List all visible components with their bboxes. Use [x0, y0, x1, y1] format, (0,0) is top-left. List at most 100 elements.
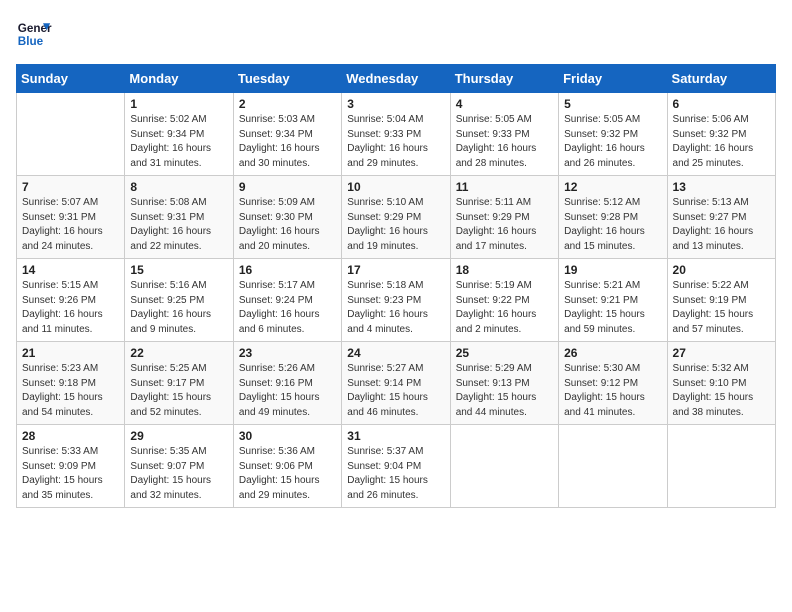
day-number: 4 — [456, 97, 553, 111]
week-row-5: 28 Sunrise: 5:33 AM Sunset: 9:09 PM Dayli… — [17, 425, 776, 508]
calendar-body: 1 Sunrise: 5:02 AM Sunset: 9:34 PM Daylig… — [17, 93, 776, 508]
day-cell: 1 Sunrise: 5:02 AM Sunset: 9:34 PM Daylig… — [125, 93, 233, 176]
week-row-3: 14 Sunrise: 5:15 AM Sunset: 9:26 PM Dayli… — [17, 259, 776, 342]
day-info: Sunrise: 5:36 AM Sunset: 9:06 PM Dayligh… — [239, 445, 336, 503]
day-number: 21 — [22, 346, 119, 360]
day-info: Sunrise: 5:07 AM Sunset: 9:31 PM Dayligh… — [22, 196, 119, 254]
day-cell: 6Sunrise: 5:06 AM Sunset: 9:32 PM Daylig… — [667, 93, 775, 176]
day-info: Sunrise: 5:12 AM Sunset: 9:28 PM Dayligh… — [564, 196, 661, 254]
day-info: Sunrise: 5:25 AM Sunset: 9:17 PM Dayligh… — [130, 362, 227, 420]
day-number: 17 — [347, 263, 444, 277]
day-info: Sunrise: 5:15 AM Sunset: 9:26 PM Dayligh… — [22, 279, 119, 337]
day-cell — [667, 425, 775, 508]
day-number: 22 — [130, 346, 227, 360]
day-number: 15 — [130, 263, 227, 277]
col-header-saturday: Saturday — [667, 65, 775, 93]
day-number: 25 — [456, 346, 553, 360]
day-cell: 3 Sunrise: 5:04 AM Sunset: 9:33 PM Daylig… — [342, 93, 450, 176]
day-number: 5 — [564, 97, 661, 111]
day-cell: 22 Sunrise: 5:25 AM Sunset: 9:17 PM Dayli… — [125, 342, 233, 425]
day-info: Sunrise: 5:05 AM Sunset: 9:32 PM Dayligh… — [564, 113, 661, 171]
day-info: Sunrise: 5:23 AM Sunset: 9:18 PM Dayligh… — [22, 362, 119, 420]
day-cell: 5 Sunrise: 5:05 AM Sunset: 9:32 PM Daylig… — [559, 93, 667, 176]
day-info: Sunrise: 5:22 AM Sunset: 9:19 PM Dayligh… — [673, 279, 770, 337]
day-info: Sunrise: 5:18 AM Sunset: 9:23 PM Dayligh… — [347, 279, 444, 337]
day-number: 14 — [22, 263, 119, 277]
day-cell: 11 Sunrise: 5:11 AM Sunset: 9:29 PM Dayli… — [450, 176, 558, 259]
day-cell: 10Sunrise: 5:10 AM Sunset: 9:29 PM Dayli… — [342, 176, 450, 259]
week-row-4: 21 Sunrise: 5:23 AM Sunset: 9:18 PM Dayli… — [17, 342, 776, 425]
day-number: 19 — [564, 263, 661, 277]
day-info: Sunrise: 5:32 AM Sunset: 9:10 PM Dayligh… — [673, 362, 770, 420]
col-header-friday: Friday — [559, 65, 667, 93]
svg-text:Blue: Blue — [18, 35, 44, 48]
col-header-monday: Monday — [125, 65, 233, 93]
day-number: 9 — [239, 180, 336, 194]
day-number: 18 — [456, 263, 553, 277]
day-number: 11 — [456, 180, 553, 194]
day-cell: 13 Sunrise: 5:13 AM Sunset: 9:27 PM Dayli… — [667, 176, 775, 259]
day-number: 16 — [239, 263, 336, 277]
day-cell — [17, 93, 125, 176]
day-cell: 15 Sunrise: 5:16 AM Sunset: 9:25 PM Dayli… — [125, 259, 233, 342]
page-header: General Blue — [16, 16, 776, 52]
col-header-sunday: Sunday — [17, 65, 125, 93]
day-info: Sunrise: 5:29 AM Sunset: 9:13 PM Dayligh… — [456, 362, 553, 420]
week-row-1: 1 Sunrise: 5:02 AM Sunset: 9:34 PM Daylig… — [17, 93, 776, 176]
day-info: Sunrise: 5:09 AM Sunset: 9:30 PM Dayligh… — [239, 196, 336, 254]
day-cell: 12 Sunrise: 5:12 AM Sunset: 9:28 PM Dayli… — [559, 176, 667, 259]
day-number: 3 — [347, 97, 444, 111]
day-number: 27 — [673, 346, 770, 360]
day-number: 12 — [564, 180, 661, 194]
day-cell: 27 Sunrise: 5:32 AM Sunset: 9:10 PM Dayli… — [667, 342, 775, 425]
day-info: Sunrise: 5:11 AM Sunset: 9:29 PM Dayligh… — [456, 196, 553, 254]
day-number: 13 — [673, 180, 770, 194]
calendar-table: SundayMondayTuesdayWednesdayThursdayFrid… — [16, 64, 776, 508]
day-info: Sunrise: 5:21 AM Sunset: 9:21 PM Dayligh… — [564, 279, 661, 337]
calendar-header: SundayMondayTuesdayWednesdayThursdayFrid… — [17, 65, 776, 93]
day-number: 10 — [347, 180, 444, 194]
day-number: 1 — [130, 97, 227, 111]
day-number: 26 — [564, 346, 661, 360]
day-info: Sunrise: 5:02 AM Sunset: 9:34 PM Dayligh… — [130, 113, 227, 171]
day-cell: 24Sunrise: 5:27 AM Sunset: 9:14 PM Dayli… — [342, 342, 450, 425]
day-cell: 21 Sunrise: 5:23 AM Sunset: 9:18 PM Dayli… — [17, 342, 125, 425]
day-cell: 23 Sunrise: 5:26 AM Sunset: 9:16 PM Dayli… — [233, 342, 341, 425]
day-number: 8 — [130, 180, 227, 194]
day-cell: 18 Sunrise: 5:19 AM Sunset: 9:22 PM Dayli… — [450, 259, 558, 342]
day-number: 2 — [239, 97, 336, 111]
col-header-tuesday: Tuesday — [233, 65, 341, 93]
day-cell: 4 Sunrise: 5:05 AM Sunset: 9:33 PM Daylig… — [450, 93, 558, 176]
day-cell: 26 Sunrise: 5:30 AM Sunset: 9:12 PM Dayli… — [559, 342, 667, 425]
day-cell: 25 Sunrise: 5:29 AM Sunset: 9:13 PM Dayli… — [450, 342, 558, 425]
day-info: Sunrise: 5:26 AM Sunset: 9:16 PM Dayligh… — [239, 362, 336, 420]
logo-icon: General Blue — [16, 16, 52, 52]
day-info: Sunrise: 5:04 AM Sunset: 9:33 PM Dayligh… — [347, 113, 444, 171]
week-row-2: 7 Sunrise: 5:07 AM Sunset: 9:31 PM Daylig… — [17, 176, 776, 259]
day-info: Sunrise: 5:17 AM Sunset: 9:24 PM Dayligh… — [239, 279, 336, 337]
day-number: 7 — [22, 180, 119, 194]
day-cell — [450, 425, 558, 508]
day-cell: 7 Sunrise: 5:07 AM Sunset: 9:31 PM Daylig… — [17, 176, 125, 259]
day-info: Sunrise: 5:27 AM Sunset: 9:14 PM Dayligh… — [347, 362, 444, 420]
day-cell: 19 Sunrise: 5:21 AM Sunset: 9:21 PM Dayli… — [559, 259, 667, 342]
day-cell: 17 Sunrise: 5:18 AM Sunset: 9:23 PM Dayli… — [342, 259, 450, 342]
day-cell: 20Sunrise: 5:22 AM Sunset: 9:19 PM Dayli… — [667, 259, 775, 342]
day-info: Sunrise: 5:33 AM Sunset: 9:09 PM Dayligh… — [22, 445, 119, 503]
day-cell — [559, 425, 667, 508]
day-number: 23 — [239, 346, 336, 360]
day-info: Sunrise: 5:13 AM Sunset: 9:27 PM Dayligh… — [673, 196, 770, 254]
day-cell: 31 Sunrise: 5:37 AM Sunset: 9:04 PM Dayli… — [342, 425, 450, 508]
day-cell: 29Sunrise: 5:35 AM Sunset: 9:07 PM Dayli… — [125, 425, 233, 508]
day-info: Sunrise: 5:19 AM Sunset: 9:22 PM Dayligh… — [456, 279, 553, 337]
day-number: 31 — [347, 429, 444, 443]
day-info: Sunrise: 5:16 AM Sunset: 9:25 PM Dayligh… — [130, 279, 227, 337]
day-number: 29 — [130, 429, 227, 443]
day-info: Sunrise: 5:37 AM Sunset: 9:04 PM Dayligh… — [347, 445, 444, 503]
day-cell: 9 Sunrise: 5:09 AM Sunset: 9:30 PM Daylig… — [233, 176, 341, 259]
day-number: 28 — [22, 429, 119, 443]
day-info: Sunrise: 5:05 AM Sunset: 9:33 PM Dayligh… — [456, 113, 553, 171]
day-cell: 2Sunrise: 5:03 AM Sunset: 9:34 PM Daylig… — [233, 93, 341, 176]
day-info: Sunrise: 5:30 AM Sunset: 9:12 PM Dayligh… — [564, 362, 661, 420]
day-cell: 14 Sunrise: 5:15 AM Sunset: 9:26 PM Dayli… — [17, 259, 125, 342]
